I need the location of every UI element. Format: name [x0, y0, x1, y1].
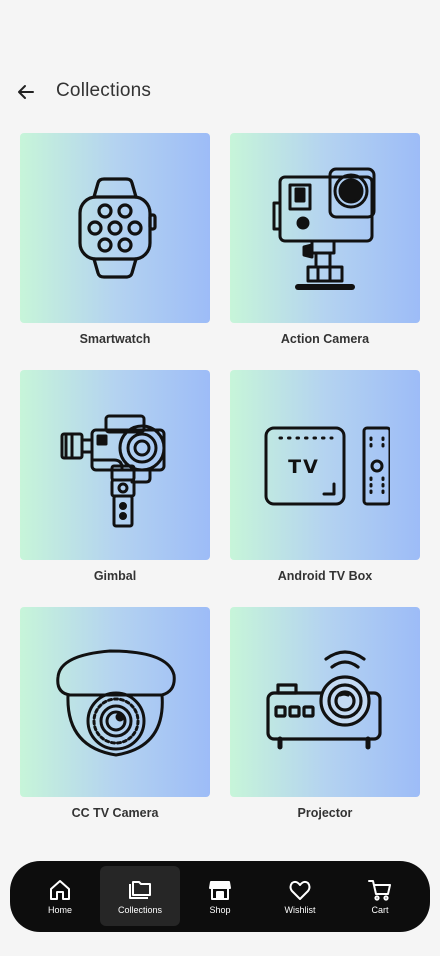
nav-item-home[interactable]: Home [20, 866, 100, 926]
projector-icon [266, 650, 382, 750]
nav-item-wishlist[interactable]: Wishlist [260, 866, 340, 926]
collection-card-projector[interactable]: Projector [230, 607, 420, 820]
collection-label: Gimbal [93, 569, 137, 583]
back-button[interactable] [14, 80, 38, 104]
collection-card-gimbal[interactable]: Gimbal [20, 370, 210, 583]
nav-item-cart[interactable]: Cart [340, 866, 420, 926]
collection-tile [230, 133, 420, 323]
nav-item-collections[interactable]: Collections [100, 866, 180, 926]
action-camera-icon [272, 167, 376, 290]
cctv-camera-icon [56, 649, 176, 757]
collection-label: Android TV Box [277, 569, 373, 583]
collection-tile [20, 133, 210, 323]
gimbal-icon [60, 414, 166, 528]
tv-box-icon: TV [264, 426, 390, 506]
collection-card-smartwatch[interactable]: Smartwatch [20, 133, 210, 346]
collection-card-action-camera[interactable]: Action Camera [230, 133, 420, 346]
nav-label: Home [47, 904, 72, 915]
shop-icon [209, 880, 231, 900]
app-header: Collections [0, 72, 440, 112]
nav-label: Cart [371, 904, 389, 915]
nav-label: Wishlist [284, 904, 316, 915]
collection-card-cctv-camera[interactable]: CC TV Camera [20, 607, 210, 820]
collection-card-android-tv-box[interactable]: TV Android TV Box [230, 370, 420, 583]
collection-label: Smartwatch [79, 332, 151, 346]
cart-icon [368, 879, 391, 901]
page-title: Collections [56, 80, 152, 101]
home-icon [50, 879, 70, 900]
collection-label: Projector [297, 806, 353, 820]
collection-tile [20, 607, 210, 797]
collection-tile: TV [230, 370, 420, 560]
nav-label: Collections [117, 904, 163, 915]
nav-item-shop[interactable]: Shop [180, 866, 260, 926]
collection-label: CC TV Camera [71, 806, 159, 820]
smartwatch-icon [78, 177, 157, 279]
bottom-navigation: Home Collections Shop Wishlist Cart [10, 861, 430, 932]
collections-icon [129, 880, 151, 899]
collection-label: Action Camera [280, 332, 370, 346]
collection-tile [230, 607, 420, 797]
heart-icon [289, 880, 311, 900]
collection-tile [20, 370, 210, 560]
svg-text:TV: TV [288, 456, 320, 478]
nav-label: Shop [209, 904, 231, 915]
arrow-left-icon [18, 85, 34, 99]
